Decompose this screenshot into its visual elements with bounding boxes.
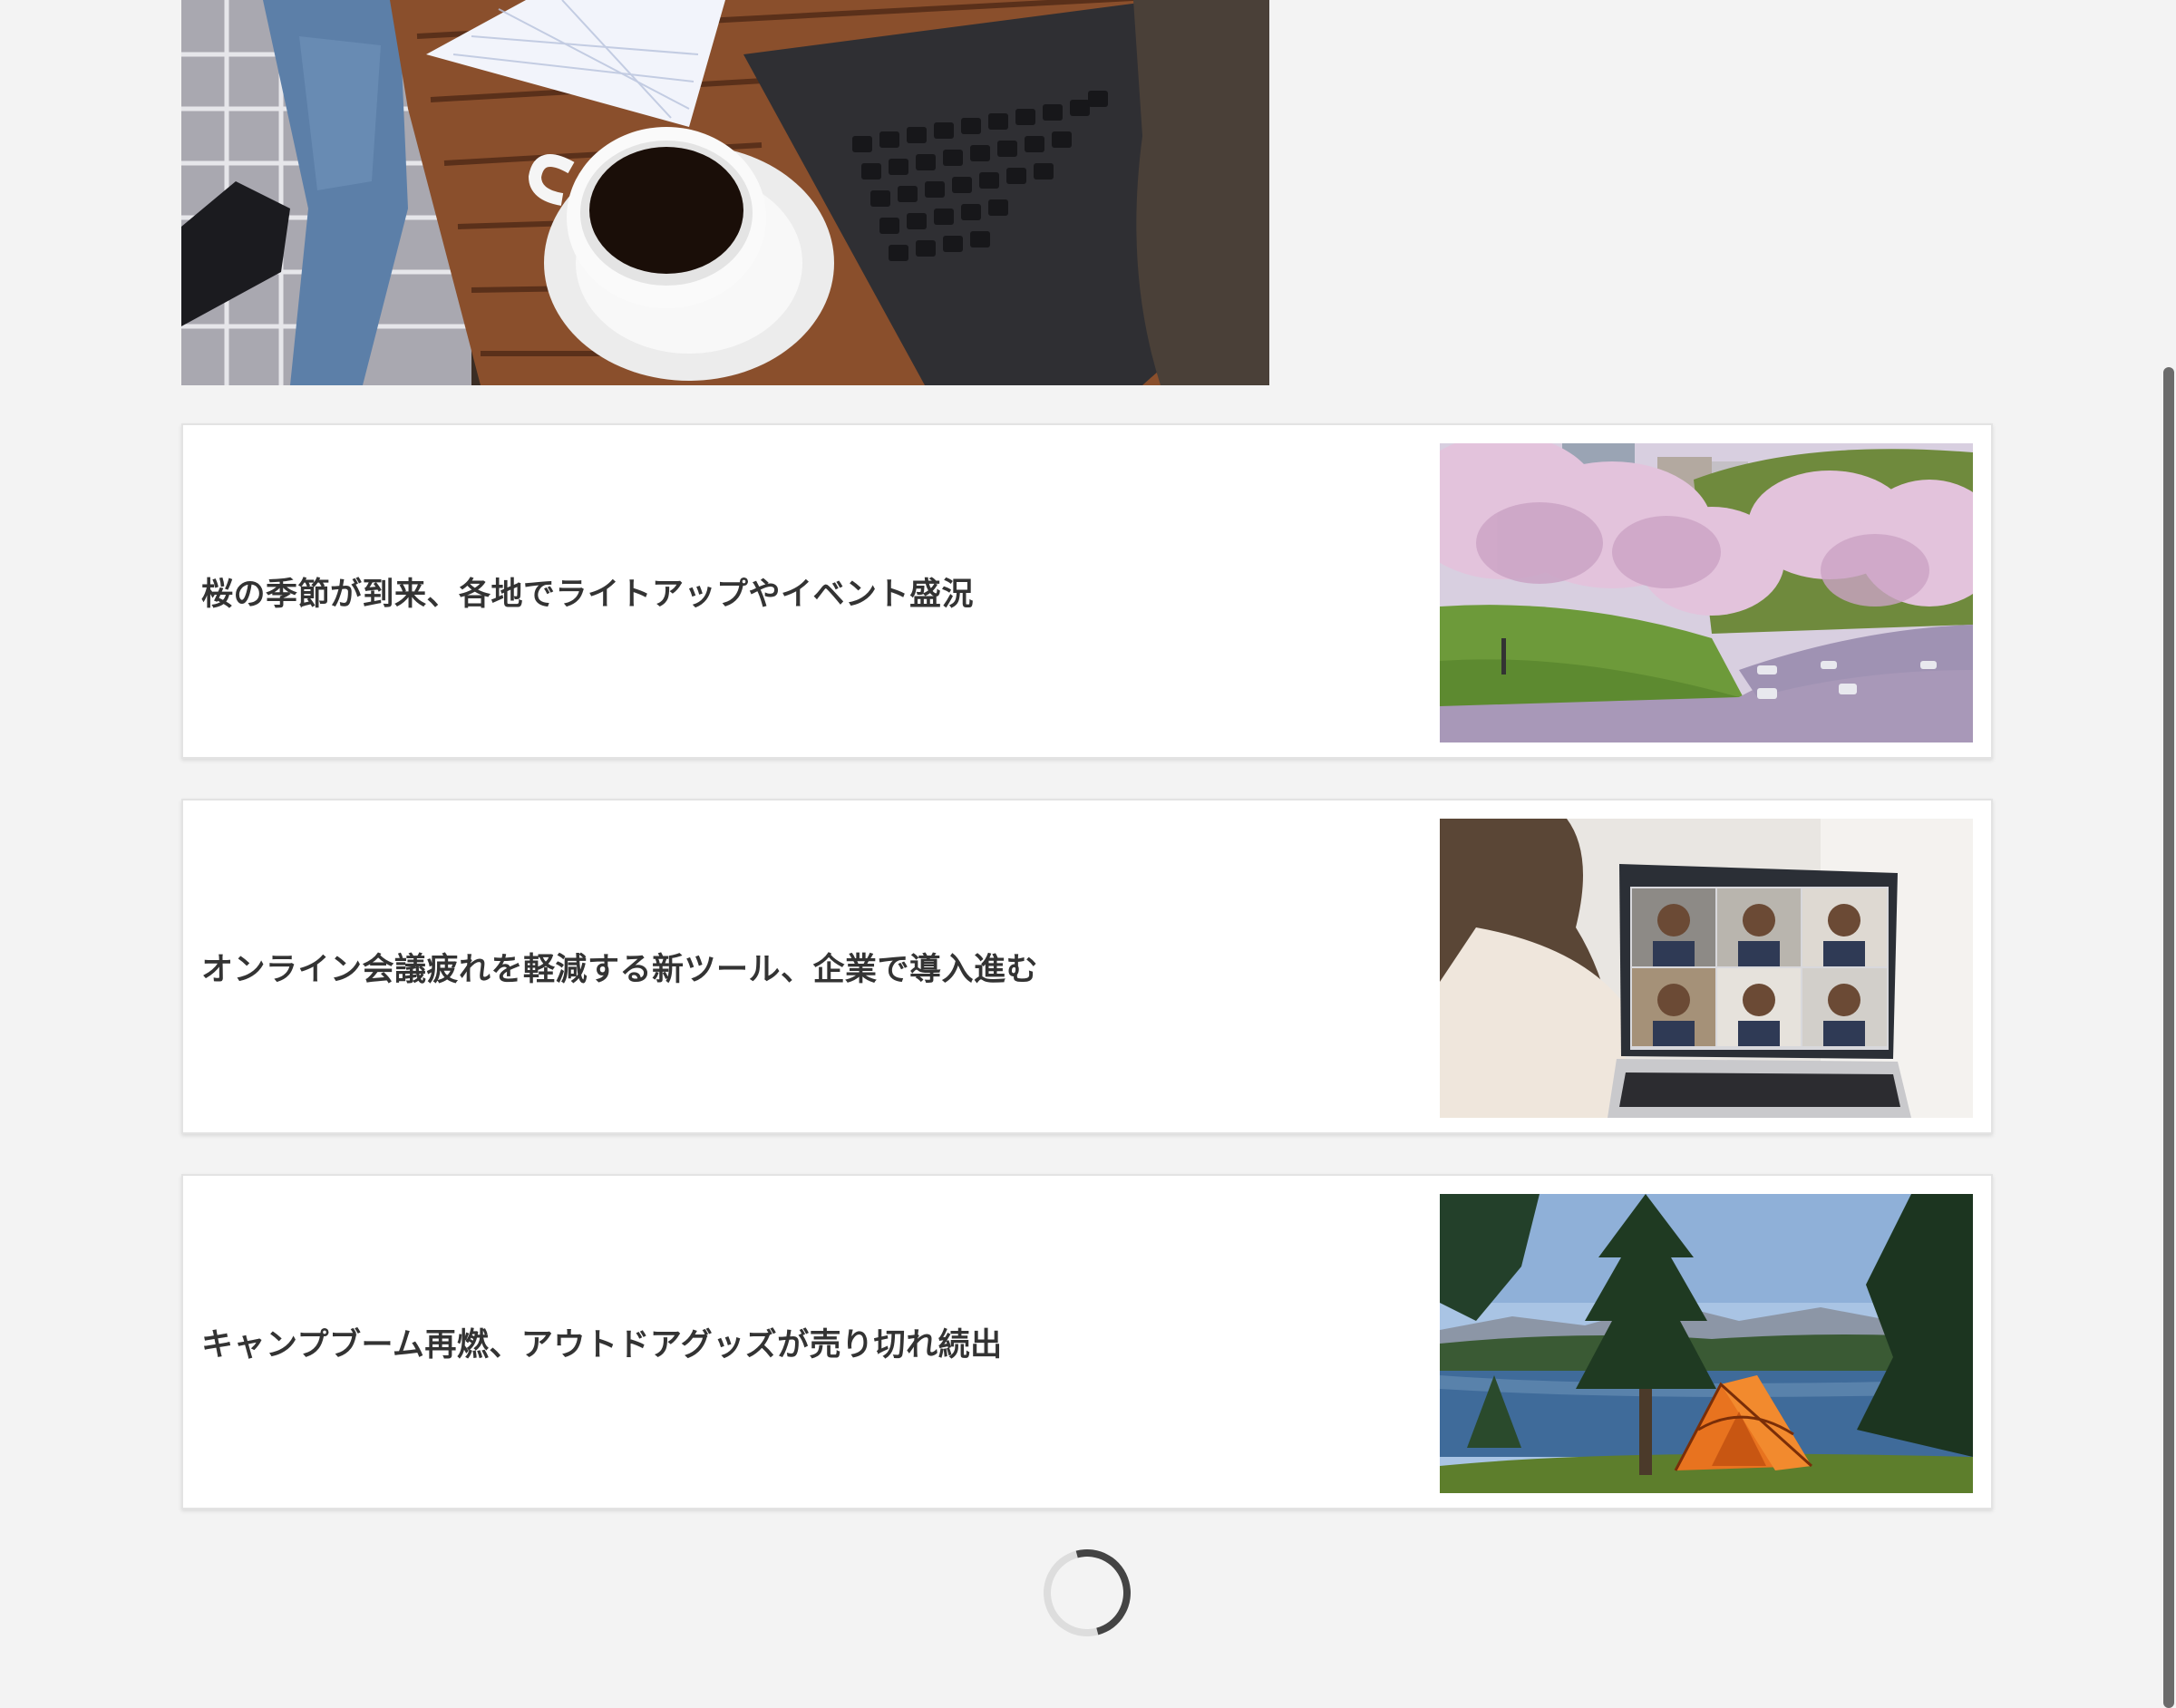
camping-tent-image — [1440, 1194, 1973, 1493]
cherry-blossom-image — [1440, 443, 1973, 742]
article-thumbnail[interactable] — [1440, 1194, 1973, 1493]
loading-spinner-icon — [1027, 1533, 1147, 1653]
laptop-coffee-image — [181, 0, 1269, 385]
news-feed-page: 桜の季節が到来、各地でライトアップやイベント盛況 オンライン会議疲れを軽減する新… — [0, 0, 2176, 1708]
article-thumbnail[interactable] — [1440, 443, 1973, 742]
article-title[interactable]: オンライン会議疲れを軽減する新ツール、企業で導入進む — [201, 801, 1380, 1132]
article-card[interactable]: 桜の季節が到来、各地でライトアップやイベント盛況 — [181, 423, 1993, 759]
article-title[interactable]: 桜の季節が到来、各地でライトアップやイベント盛況 — [201, 425, 1380, 757]
article-title[interactable]: キャンプブーム再燃、アウトドアグッズが売り切れ続出 — [201, 1176, 1380, 1508]
article-card[interactable]: オンライン会議疲れを軽減する新ツール、企業で導入進む — [181, 799, 1993, 1134]
scrollbar-thumb[interactable] — [2163, 367, 2174, 1708]
video-conference-image — [1440, 819, 1973, 1118]
scrollbar[interactable] — [2160, 0, 2176, 1708]
hero-image[interactable] — [181, 0, 1269, 385]
article-thumbnail[interactable] — [1440, 819, 1973, 1118]
article-card[interactable]: キャンプブーム再燃、アウトドアグッズが売り切れ続出 — [181, 1174, 1993, 1509]
